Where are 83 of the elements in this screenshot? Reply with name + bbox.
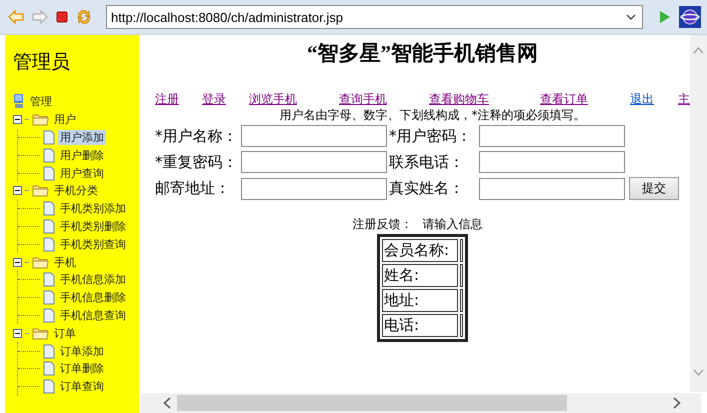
page-title: “智多星”智能手机销售网 xyxy=(306,40,539,67)
document-icon xyxy=(43,130,55,145)
tree-item[interactable]: 手机信息添加 xyxy=(58,272,128,288)
nav-link[interactable]: 注册 xyxy=(155,91,202,108)
scroll-left-icon[interactable] xyxy=(163,397,171,409)
scrollbar-thumb[interactable] xyxy=(177,395,567,411)
document-icon xyxy=(43,148,55,163)
computer-icon xyxy=(13,94,25,110)
nav-link[interactable]: 查看订单 xyxy=(540,91,630,108)
tree-item[interactable]: 手机信息删除 xyxy=(58,290,128,306)
document-icon xyxy=(43,272,55,288)
document-icon xyxy=(43,236,55,252)
feedback-text: 请输入信息 xyxy=(422,216,482,233)
document-icon xyxy=(43,308,55,323)
input-field[interactable] xyxy=(241,178,387,200)
input-field[interactable] xyxy=(479,151,625,173)
tree-item[interactable]: 用户查询 xyxy=(58,166,106,181)
tree-folder[interactable]: 手机 xyxy=(52,254,78,270)
horizontal-scrollbar[interactable] xyxy=(141,393,701,413)
folder-icon xyxy=(32,326,49,340)
field-label: 邮寄地址： xyxy=(155,179,231,198)
collapse-toggle[interactable] xyxy=(13,328,22,338)
document-icon xyxy=(43,361,55,376)
field-label: 联系电话： xyxy=(389,152,465,172)
stop-icon[interactable] xyxy=(56,11,68,23)
input-field[interactable] xyxy=(479,125,625,147)
input-field[interactable] xyxy=(241,151,387,173)
document-icon xyxy=(43,218,55,234)
field-label: 真实姓名： xyxy=(389,179,465,198)
document-icon xyxy=(43,344,55,359)
folder-icon xyxy=(32,184,49,198)
tree-item[interactable]: 手机类别删除 xyxy=(58,218,128,234)
collapse-toggle[interactable] xyxy=(13,115,22,124)
nav-link[interactable]: 浏览手机 xyxy=(249,91,339,108)
tree-root[interactable]: 管理 xyxy=(28,94,54,110)
sidebar-title: 管理员 xyxy=(13,51,71,75)
tree-item[interactable]: 订单添加 xyxy=(58,344,106,359)
refresh-icon[interactable] xyxy=(76,9,92,25)
nav-link[interactable]: 查看购物车 xyxy=(429,91,540,108)
hint-text: 用户名由字母、数字、下划线构成，*注释的项必须填写。 xyxy=(278,108,586,122)
address-field[interactable]: http://localhost:8080/ch/administrator.jsp xyxy=(106,5,643,29)
folder-icon xyxy=(32,256,49,269)
back-arrow-icon[interactable] xyxy=(8,10,24,24)
collapse-toggle[interactable] xyxy=(13,258,22,267)
vertical-scrollbar[interactable] xyxy=(690,35,707,392)
nav-link[interactable]: 退出 xyxy=(630,91,678,108)
nav-link[interactable]: 登录 xyxy=(202,91,249,108)
table-cell: 会员名称: xyxy=(382,239,458,262)
tree-folder[interactable]: 手机分类 xyxy=(52,183,100,198)
forward-arrow-icon[interactable] xyxy=(32,10,48,24)
tree-item[interactable]: 用户删除 xyxy=(58,148,106,163)
tree-item[interactable]: 手机信息查询 xyxy=(58,308,128,323)
collapse-toggle[interactable] xyxy=(13,186,22,196)
document-icon xyxy=(43,166,55,181)
input-field[interactable] xyxy=(241,125,387,147)
folder-icon xyxy=(32,113,49,126)
tree-folder[interactable]: 用户 xyxy=(52,112,78,128)
nav-link[interactable]: 查询手机 xyxy=(339,91,429,108)
globe-icon[interactable] xyxy=(679,6,701,28)
field-label: *用户名称： xyxy=(155,126,238,146)
dropdown-caret-icon[interactable] xyxy=(626,14,636,20)
scroll-right-icon[interactable] xyxy=(673,397,681,409)
scroll-up-icon[interactable] xyxy=(693,47,704,54)
input-field[interactable] xyxy=(479,178,625,200)
tree-item[interactable]: 用户添加 xyxy=(58,130,106,145)
tree-item[interactable]: 订单删除 xyxy=(58,361,106,376)
nav-link[interactable]: 主 xyxy=(678,91,690,108)
table-cell: 姓名: xyxy=(382,264,458,287)
table-cell: 电话: xyxy=(382,314,458,337)
table-cell: 地址: xyxy=(382,289,458,312)
submit-button[interactable]: 提交 xyxy=(629,177,679,200)
tree-item[interactable]: 手机类别查询 xyxy=(58,236,128,252)
field-label: *用户密码： xyxy=(389,126,472,146)
document-icon xyxy=(43,290,55,306)
go-icon[interactable] xyxy=(659,10,671,24)
scroll-down-icon[interactable] xyxy=(693,369,704,376)
tree-folder[interactable]: 订单 xyxy=(52,326,78,341)
document-icon xyxy=(43,379,55,394)
tree-item[interactable]: 手机类别添加 xyxy=(58,201,128,216)
field-label: *重复密码： xyxy=(155,152,238,172)
tree-item[interactable]: 订单查询 xyxy=(58,379,106,394)
feedback-label: 注册反馈： xyxy=(352,216,412,233)
document-icon xyxy=(43,201,55,216)
